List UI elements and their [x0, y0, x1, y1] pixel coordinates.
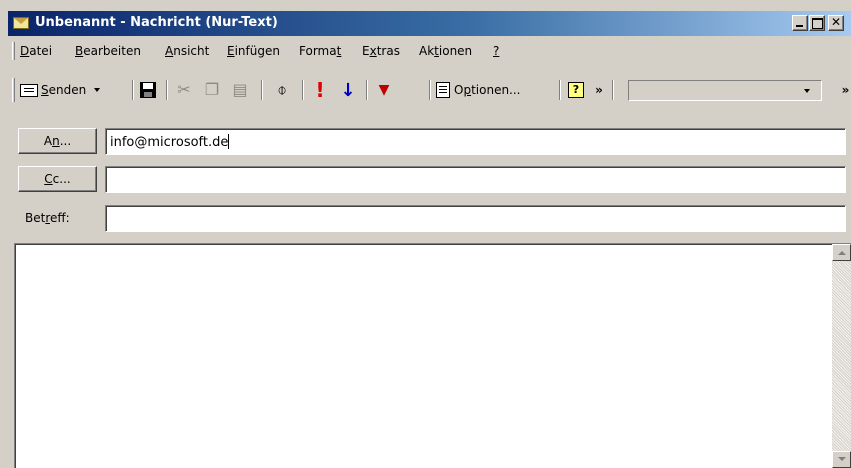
- paste-icon: ▤: [232, 80, 248, 99]
- importance-low-button[interactable]: ↓: [336, 78, 360, 102]
- envelope-icon: [13, 17, 29, 29]
- toolbar-overflow-button[interactable]: »: [592, 78, 606, 102]
- menu-format[interactable]: Format: [299, 44, 341, 58]
- paste-button[interactable]: ▤: [228, 78, 252, 102]
- menu-aktionen[interactable]: Aktionen: [419, 44, 472, 58]
- send-button[interactable]: Senden: [20, 78, 128, 102]
- maximize-button[interactable]: [809, 15, 825, 31]
- options-icon: [436, 82, 450, 98]
- options-label: Optionen...: [454, 83, 521, 97]
- toolbar-dropdown[interactable]: [628, 80, 822, 101]
- menu-extras[interactable]: Extras: [362, 44, 400, 58]
- menubar-grip[interactable]: [12, 42, 15, 60]
- message-window: Unbenannt - Nachricht (Nur-Text) Datei B…: [0, 0, 851, 468]
- toolbar-overflow-icon: »: [841, 83, 850, 97]
- toolbar-separator: [559, 80, 561, 100]
- toolbar-grip[interactable]: [12, 78, 15, 102]
- toolbar-separator: [429, 80, 431, 100]
- send-envelope-icon: [20, 83, 38, 97]
- menu-einfuegen[interactable]: Einfügen: [227, 44, 280, 58]
- menu-ansicht[interactable]: Ansicht: [165, 44, 209, 58]
- text-caret: [228, 134, 230, 149]
- attach-file-button[interactable]: ⌽: [270, 78, 294, 102]
- send-label: Senden: [41, 83, 87, 97]
- attach-icon: ⌽: [277, 80, 287, 99]
- title-bar[interactable]: Unbenannt - Nachricht (Nur-Text): [8, 11, 851, 36]
- toolbar2-overflow-button[interactable]: »: [840, 78, 851, 102]
- toolbar-separator: [132, 80, 134, 100]
- toolbar-overflow-icon: »: [595, 83, 603, 97]
- copy-icon: ❐: [204, 80, 220, 99]
- save-icon: [140, 82, 156, 98]
- importance-low-icon: ↓: [340, 79, 356, 101]
- cc-field[interactable]: [105, 166, 846, 193]
- importance-high-icon: !: [315, 78, 325, 102]
- subject-field[interactable]: [105, 205, 846, 232]
- toolbar-separator: [366, 80, 368, 100]
- copy-button[interactable]: ❐: [200, 78, 224, 102]
- toolbar-separator: [261, 80, 263, 100]
- flag-button[interactable]: ▼: [372, 78, 396, 102]
- cut-button[interactable]: ✂: [172, 78, 196, 102]
- scroll-down-button[interactable]: [832, 451, 851, 468]
- standard-toolbar: Senden ✂ ❐ ▤ ⌽ ! ↓ ▼ Optionen... ? » »: [8, 74, 851, 106]
- help-icon: ?: [568, 82, 584, 98]
- cut-icon: ✂: [177, 80, 191, 99]
- subject-label: Betreff:: [25, 211, 70, 225]
- minimize-button[interactable]: [792, 15, 808, 31]
- to-field-value: info@microsoft.de: [110, 135, 229, 150]
- cc-button[interactable]: Cc...: [18, 166, 97, 192]
- menu-bearbeiten[interactable]: Bearbeiten: [75, 44, 141, 58]
- options-button[interactable]: Optionen...: [436, 78, 554, 102]
- toolbar-separator: [612, 80, 614, 100]
- toolbar-separator: [166, 80, 168, 100]
- save-button[interactable]: [136, 78, 160, 102]
- message-body[interactable]: [14, 243, 851, 468]
- toolbar-separator: [302, 80, 304, 100]
- flag-icon: ▼: [378, 82, 390, 98]
- importance-high-button[interactable]: !: [308, 78, 332, 102]
- to-button[interactable]: An...: [18, 128, 97, 154]
- to-field[interactable]: info@microsoft.de: [105, 128, 846, 155]
- menu-datei[interactable]: Datei: [20, 44, 52, 58]
- window-title: Unbenannt - Nachricht (Nur-Text): [35, 15, 278, 30]
- send-dropdown-arrow-icon[interactable]: [94, 88, 101, 92]
- close-button[interactable]: [828, 15, 844, 31]
- scroll-up-button[interactable]: [832, 244, 851, 261]
- dropdown-arrow-icon[interactable]: [804, 89, 810, 93]
- help-button[interactable]: ?: [564, 78, 588, 102]
- menu-help[interactable]: ?: [493, 44, 499, 58]
- vertical-scrollbar[interactable]: [832, 244, 851, 468]
- menu-bar: Datei Bearbeiten Ansicht Einfügen Format…: [8, 40, 851, 62]
